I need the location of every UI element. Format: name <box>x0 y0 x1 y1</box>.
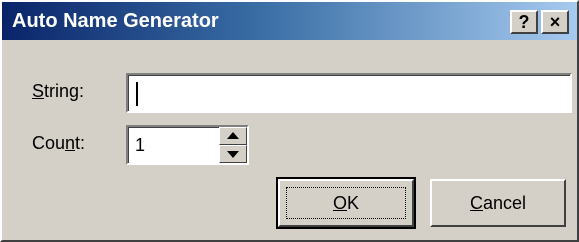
cancel-button[interactable]: Cancel <box>430 179 566 227</box>
spin-up-button[interactable] <box>219 127 247 145</box>
count-spinner[interactable] <box>219 127 247 163</box>
dialog-window: Auto Name Generator ? × String: Count: 1… <box>0 0 579 242</box>
count-label: Count: <box>32 133 86 153</box>
string-label: String: <box>32 81 85 101</box>
help-icon: ? <box>518 11 530 32</box>
help-button[interactable]: ? <box>510 10 538 34</box>
close-icon: × <box>549 11 561 32</box>
title-bar[interactable]: Auto Name Generator ? × <box>2 2 577 40</box>
text-caret <box>136 82 138 106</box>
window-title: Auto Name Generator <box>12 10 219 32</box>
ok-button[interactable]: OK <box>276 177 416 229</box>
close-button[interactable]: × <box>541 10 569 34</box>
count-value: 1 <box>135 135 146 155</box>
spin-down-button[interactable] <box>219 145 247 163</box>
arrow-down-icon <box>227 151 239 158</box>
string-input[interactable] <box>126 73 572 113</box>
focus-rect <box>286 187 406 219</box>
arrow-up-icon <box>227 132 239 139</box>
cancel-button-label: Cancel <box>469 192 527 213</box>
